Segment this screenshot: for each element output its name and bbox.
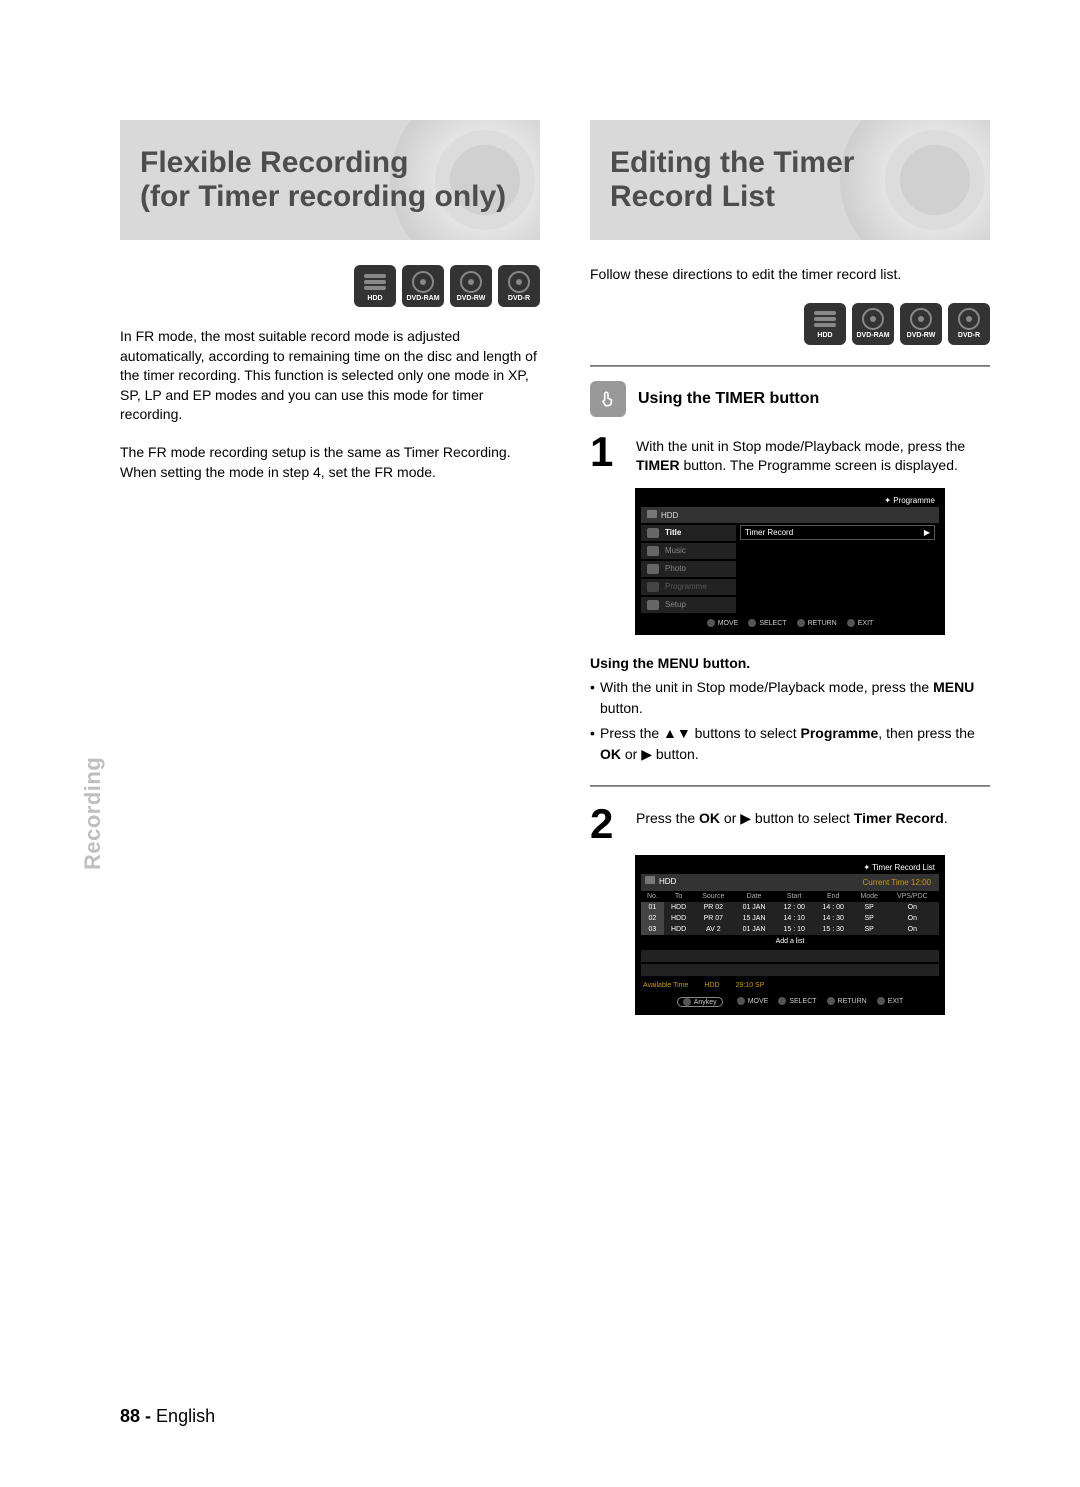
left-column: Flexible Recording (for Timer recording … bbox=[120, 120, 540, 1427]
right-banner-title: Editing the Timer Record List bbox=[610, 146, 854, 215]
page-footer: 88 - English bbox=[120, 1406, 215, 1427]
menu-programme[interactable]: Programme bbox=[641, 579, 736, 595]
page-language: English bbox=[156, 1406, 215, 1426]
screen2-footer: Anykey MOVE SELECT RETURN EXIT bbox=[641, 993, 939, 1009]
anykey-badge: Anykey bbox=[677, 997, 723, 1007]
left-paragraph-1: In FR mode, the most suitable record mod… bbox=[120, 327, 540, 425]
step-1-text: With the unit in Stop mode/Playback mode… bbox=[636, 433, 990, 476]
menu-photo[interactable]: Photo bbox=[641, 561, 736, 577]
left-banner-title: Flexible Recording (for Timer recording … bbox=[140, 146, 506, 215]
badge-dvdr-icon: DVD-R bbox=[948, 303, 990, 345]
badge-dvdram-icon: DVD-RAM bbox=[852, 303, 894, 345]
programme-screen: ✦ Programme HDD Title Music Photo Progra… bbox=[635, 488, 945, 635]
menu-setup[interactable]: Setup bbox=[641, 597, 736, 613]
badge-dvdrw-icon: DVD-RW bbox=[450, 265, 492, 307]
timer-record-list-screen: ✦ Timer Record List HDD Current Time 12:… bbox=[635, 855, 945, 1015]
step-2: 2 Press the OK or ▶ button to select Tim… bbox=[590, 805, 990, 843]
step-number: 1 bbox=[590, 433, 624, 476]
right-intro: Follow these directions to edit the time… bbox=[590, 265, 990, 285]
menu-music[interactable]: Music bbox=[641, 543, 736, 559]
divider bbox=[590, 785, 990, 787]
subsection-menu-button: Using the MENU button. bbox=[590, 655, 990, 671]
badge-dvdram-icon: DVD-RAM bbox=[402, 265, 444, 307]
menu-button-steps: With the unit in Stop mode/Playback mode… bbox=[590, 677, 990, 765]
step-1: 1 With the unit in Stop mode/Playback mo… bbox=[590, 433, 990, 476]
music-icon bbox=[647, 546, 659, 556]
screen1-footer: MOVE SELECT RETURN EXIT bbox=[641, 615, 939, 629]
arrow-right-icon: ▶ bbox=[924, 528, 930, 537]
setup-icon bbox=[647, 600, 659, 610]
menu-title[interactable]: Title bbox=[641, 525, 736, 541]
section-title: Using the TIMER button bbox=[638, 390, 819, 408]
table-header-row: No.ToSourceDateStartEndModeVPS/PDC bbox=[641, 891, 939, 902]
screen2-title: ✦ Timer Record List bbox=[641, 861, 939, 874]
current-time: Current Time 12:00 bbox=[859, 876, 935, 889]
title-icon bbox=[647, 528, 659, 538]
timer-record-option[interactable]: Timer Record▶ bbox=[740, 525, 935, 540]
add-a-list[interactable]: Add a list bbox=[641, 935, 939, 948]
badge-hdd-icon: HDD bbox=[804, 303, 846, 345]
screen1-device: HDD bbox=[641, 507, 939, 523]
disc-art-icon bbox=[840, 120, 990, 240]
table-row[interactable]: 03HDDAV 201 JAN15 : 1015 : 30SPOn bbox=[641, 924, 939, 935]
screen1-title: ✦ Programme bbox=[641, 494, 939, 507]
bullet-1: With the unit in Stop mode/Playback mode… bbox=[590, 677, 990, 719]
right-media-badges: HDD DVD-RAM DVD-RW DVD-R bbox=[590, 303, 990, 345]
programme-icon bbox=[647, 582, 659, 592]
left-media-badges: HDD DVD-RAM DVD-RW DVD-R bbox=[120, 265, 540, 307]
table-row[interactable]: 02HDDPR 0715 JAN14 : 1014 : 30SPOn bbox=[641, 913, 939, 924]
badge-dvdrw-icon: DVD-RW bbox=[900, 303, 942, 345]
photo-icon bbox=[647, 564, 659, 574]
left-banner: Flexible Recording (for Timer recording … bbox=[120, 120, 540, 240]
screen2-device: HDD bbox=[645, 876, 676, 889]
right-banner: Editing the Timer Record List bbox=[590, 120, 990, 240]
badge-dvdr-icon: DVD-R bbox=[498, 265, 540, 307]
right-column: Editing the Timer Record List Follow the… bbox=[590, 120, 990, 1427]
hand-press-icon bbox=[590, 381, 626, 417]
divider bbox=[590, 365, 990, 367]
step-number: 2 bbox=[590, 805, 624, 843]
badge-hdd-icon: HDD bbox=[354, 265, 396, 307]
step-2-text: Press the OK or ▶ button to select Timer… bbox=[636, 805, 990, 843]
page-number: 88 - bbox=[120, 1406, 151, 1426]
left-paragraph-2: The FR mode recording setup is the same … bbox=[120, 443, 540, 482]
bullet-2: Press the ▲▼ buttons to select Programme… bbox=[590, 723, 990, 765]
section-heading-timer: Using the TIMER button bbox=[590, 381, 990, 417]
timer-record-table: No.ToSourceDateStartEndModeVPS/PDC 01HDD… bbox=[641, 891, 939, 935]
table-row[interactable]: 01HDDPR 0201 JAN12 : 0014 : 00SPOn bbox=[641, 902, 939, 913]
available-time: Available Time HDD 29:10 SP bbox=[641, 978, 939, 993]
